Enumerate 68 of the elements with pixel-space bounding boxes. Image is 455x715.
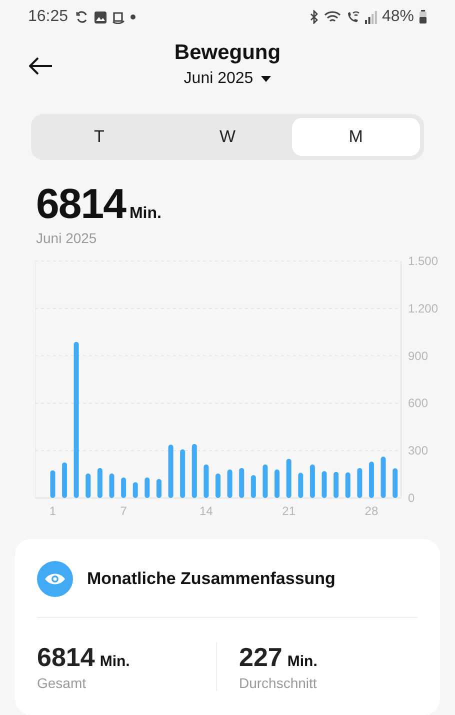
bar (239, 468, 244, 498)
period-tab[interactable]: M (292, 118, 420, 156)
bar (250, 475, 256, 498)
stat-label: Gesamt (37, 675, 88, 691)
bar (192, 444, 197, 498)
total-unit: Min. (129, 205, 162, 223)
stat-unit: Min. (100, 653, 130, 670)
y-axis-label: 1.500 (408, 254, 438, 268)
bar (380, 456, 386, 498)
x-axis-label: 1 (49, 504, 56, 518)
bar (97, 468, 102, 498)
caret-icon (261, 76, 272, 82)
sync-icon (75, 10, 90, 24)
bar (392, 468, 398, 498)
bar (121, 477, 126, 498)
bar (274, 470, 280, 498)
eye-icon (37, 561, 73, 597)
stat-label: Durchschnitt (239, 675, 318, 691)
wifi-icon (324, 10, 341, 24)
stat-value: 6814 (37, 642, 95, 673)
stat-unit: Min. (287, 653, 318, 670)
status-time: 16:25 (28, 8, 68, 26)
bluetooth-icon (308, 10, 319, 24)
x-axis-label: 21 (282, 504, 296, 518)
bar (357, 468, 362, 498)
bar (144, 477, 150, 498)
y-axis-label: 600 (408, 396, 428, 410)
bar (109, 474, 114, 498)
bar (62, 462, 68, 498)
period-tab[interactable]: T (35, 118, 164, 156)
y-axis-label: 0 (408, 491, 415, 505)
x-axis-label: 7 (120, 504, 127, 518)
period-dropdown[interactable]: Juni 2025 (184, 70, 272, 88)
y-axis-label: 1.200 (408, 301, 438, 316)
bar (310, 464, 315, 498)
y-axis-label: 300 (408, 444, 428, 458)
summary-title: Monatliche Zusammenfassung (87, 569, 336, 589)
battery-percent: 48% (382, 8, 414, 26)
bar (180, 449, 186, 498)
total-period: Juni 2025 (36, 230, 98, 246)
bar (132, 482, 138, 498)
period-tab[interactable]: W (163, 118, 292, 156)
wifi-call-icon (346, 10, 360, 24)
stat-value: 227 (239, 642, 282, 673)
y-axis-label: 900 (408, 348, 428, 363)
image-icon (94, 10, 108, 24)
page-title: Bewegung (174, 41, 281, 65)
bar (50, 470, 56, 498)
bar (298, 472, 304, 498)
bar (168, 444, 174, 498)
x-axis-label: 28 (364, 504, 378, 518)
back-icon[interactable] (29, 57, 53, 75)
x-axis-label: 14 (200, 504, 213, 518)
bar (156, 479, 162, 498)
bar (286, 458, 292, 498)
signal-icon (364, 10, 377, 24)
bar (334, 472, 339, 498)
bar (204, 464, 209, 498)
dot-icon (130, 14, 136, 20)
bar (368, 462, 374, 498)
bar (345, 472, 350, 498)
bar (86, 474, 91, 498)
total-value: 6814 (36, 180, 126, 228)
bar (227, 470, 232, 498)
bar (216, 474, 220, 498)
bar (262, 464, 268, 498)
bar (322, 471, 327, 498)
battery-icon (419, 10, 427, 24)
